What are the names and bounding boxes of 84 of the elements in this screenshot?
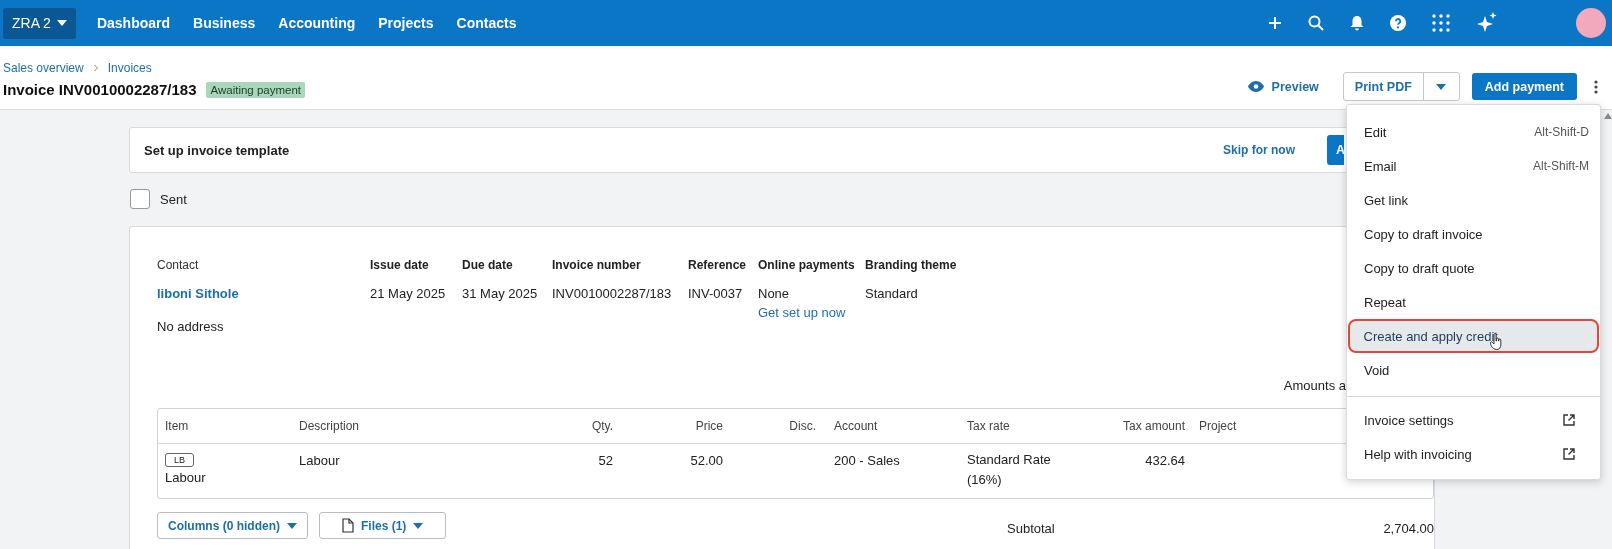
field-value: Standard [865, 286, 919, 302]
field-value: INV-0037 [688, 286, 744, 302]
table-cell: 52 [598, 453, 613, 468]
column-header: Tax amount [1122, 419, 1185, 433]
apps-grid-icon[interactable] [1432, 14, 1450, 32]
files-button[interactable]: Files (1) [319, 512, 447, 539]
template-button[interactable]: A [1327, 135, 1344, 165]
table-cell-text: Standard Rate (16%) [967, 451, 1052, 489]
amounts-note: Amounts a [1282, 378, 1347, 394]
field-label: Due date [462, 257, 514, 274]
setup-link[interactable]: Get set up now [758, 305, 865, 321]
column-header: Description [299, 419, 361, 433]
file-icon [342, 518, 354, 533]
menu-item[interactable]: Copy to draft quote [1348, 251, 1599, 285]
help-icon[interactable] [1390, 15, 1406, 31]
banner-title: Set up invoice template [144, 142, 290, 158]
menu-item[interactable]: Get link [1348, 183, 1599, 217]
subtotal-label: Subtotal [1007, 520, 1055, 536]
nav-link[interactable]: Business [193, 15, 256, 31]
item-code: LB [165, 453, 194, 467]
caret-icon [413, 522, 424, 529]
nav-link[interactable]: Accounting [278, 15, 356, 31]
org-switcher[interactable]: ZRA 2 [3, 7, 76, 39]
bell-icon[interactable] [1350, 15, 1364, 31]
address-text: No address [157, 319, 225, 335]
checkbox[interactable] [130, 189, 150, 209]
nav-link[interactable]: Contacts [456, 15, 517, 31]
checkbox-label: Sent [160, 191, 187, 207]
status-badge: Awaiting payment [206, 81, 306, 98]
menu-item[interactable]: Invoice settings [1348, 403, 1599, 437]
column-header: Item [165, 419, 190, 433]
column-header: Project [1199, 419, 1237, 433]
field-label: Issue date [370, 257, 430, 274]
avatar[interactable] [1576, 8, 1606, 38]
caret-icon [287, 522, 297, 529]
field-label: Online payments [758, 257, 856, 274]
breadcrumb-link[interactable]: Invoices [107, 61, 152, 75]
caret-icon [1436, 83, 1447, 90]
table-cell-text: Labour [299, 453, 341, 468]
caret-icon [56, 20, 67, 26]
breadcrumb-link[interactable]: Sales overview [3, 61, 84, 75]
columns-button[interactable]: Columns (0 hidden) [157, 512, 308, 539]
more-options-icon[interactable] [1594, 79, 1598, 94]
shortcut-text: Alt-Shift-D [1534, 125, 1589, 139]
eye-icon [1247, 81, 1264, 92]
field-value: INV0010002287/183 [552, 286, 673, 302]
menu-item[interactable]: Copy to draft invoice [1348, 217, 1599, 251]
nav-link[interactable]: Dashboard [96, 15, 171, 31]
external-link-icon [1563, 448, 1575, 460]
field-label: Reference [688, 257, 748, 274]
field-value: 31 May 2025 [462, 286, 539, 302]
menu-item[interactable]: Repeat [1348, 285, 1599, 319]
menu-item[interactable]: Edit Alt-Shift-D [1348, 115, 1599, 149]
field-label: Branding theme [865, 257, 958, 274]
contact-link[interactable]: liboni Sithole [157, 286, 370, 302]
scroll-up-icon[interactable] [1604, 113, 1612, 119]
nav-link[interactable]: Projects [378, 15, 434, 31]
menu-item[interactable]: Help with invoicing [1348, 437, 1599, 471]
sparkle-icon[interactable] [1476, 12, 1498, 34]
field-label: Invoice number [552, 257, 642, 274]
menu-item[interactable]: Void [1348, 353, 1599, 387]
chevron-icon [91, 64, 100, 72]
field-value: 21 May 2025 [370, 286, 447, 302]
column-header: Disc. [789, 419, 816, 433]
invoice-title: Invoice INV0010002287/183 [3, 81, 197, 98]
table-cell-text: 200 - Sales [834, 453, 901, 468]
add-payment-button[interactable]: Add payment [1471, 73, 1577, 100]
column-header: Price [695, 419, 723, 433]
table-cell: 432.64 [1145, 453, 1185, 468]
skip-link[interactable]: Skip for now [1217, 142, 1301, 158]
preview-button[interactable]: Preview [1241, 78, 1325, 95]
field-value: None [758, 286, 791, 302]
table-cell: 52.00 [690, 453, 723, 468]
table-cell: Labour [165, 470, 206, 485]
shortcut-text: Alt-Shift-M [1533, 159, 1589, 173]
plus-icon[interactable] [1268, 16, 1282, 30]
subtotal-value: 2,704.00 [1383, 520, 1434, 536]
field-label: Contact [157, 257, 200, 274]
column-header: Account [834, 419, 879, 433]
column-header: Qty. [591, 419, 613, 433]
search-icon[interactable] [1308, 15, 1324, 31]
menu-item[interactable]: Email Alt-Shift-M [1348, 149, 1599, 183]
column-header: Tax rate [967, 419, 1011, 433]
external-link-icon [1563, 414, 1575, 426]
